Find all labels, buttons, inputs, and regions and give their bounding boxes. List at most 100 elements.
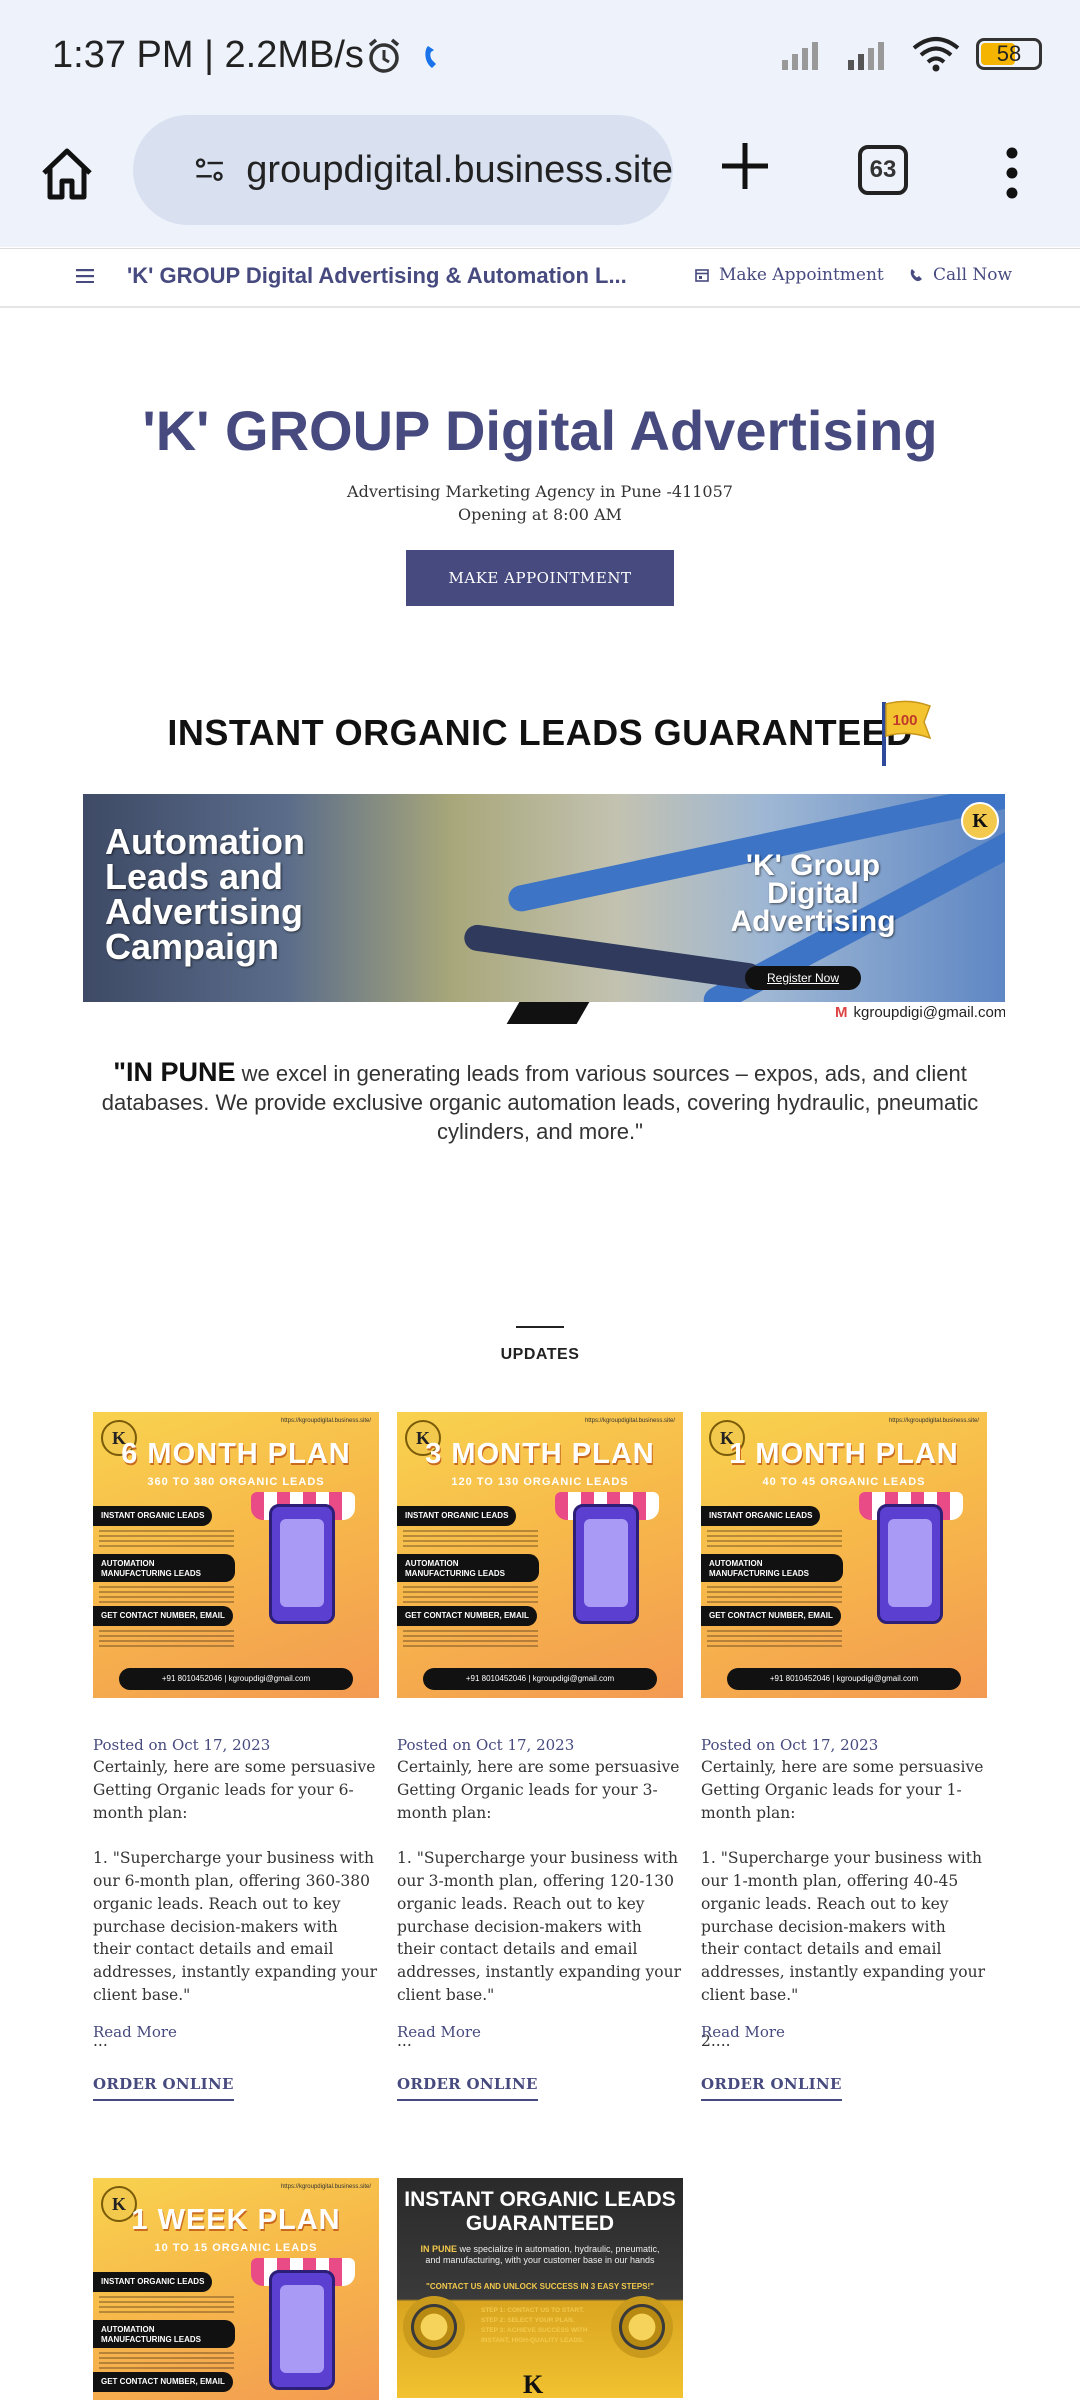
plan-poster-image[interactable]: K https://kgroupdigital.business.site/ 1… bbox=[93, 2178, 379, 2400]
poster-dark-logo: K bbox=[523, 2370, 544, 2398]
order-online-button[interactable]: ORDER ONLINE bbox=[701, 2075, 842, 2101]
poster-footer: +91 8010452046 | kgroupdigi@gmail.com bbox=[727, 1668, 961, 1690]
poster-plan-title: 6 MONTH PLAN bbox=[121, 1438, 351, 1470]
poster-pill-automation: AUTOMATION MANUFACTURING LEADS bbox=[93, 1554, 235, 1582]
poster-url: https://kgroupdigital.business.site/ bbox=[280, 2184, 371, 2190]
promo-banner-image[interactable]: Automation Leads and Advertising Campaig… bbox=[83, 794, 1005, 1024]
poster-plan-subtitle: 40 TO 45 ORGANIC LEADS bbox=[762, 1476, 926, 1488]
flag-text: 100 bbox=[892, 712, 917, 729]
update-card: K https://kgroupdigital.business.site/ 3… bbox=[397, 1412, 683, 2101]
poster-pill-automation: AUTOMATION MANUFACTURING LEADS bbox=[701, 1554, 843, 1582]
poster-plan-title: 1 WEEK PLAN bbox=[131, 2204, 341, 2236]
status-icons: 58 bbox=[780, 36, 1042, 72]
poster-dark-cta: "CONTACT US AND UNLOCK SUCCESS IN 3 EASY… bbox=[426, 2282, 654, 2291]
hamburger-menu-icon[interactable] bbox=[76, 269, 94, 283]
read-more-link[interactable]: Read More bbox=[397, 2023, 683, 2041]
order-online-button[interactable]: ORDER ONLINE bbox=[93, 2075, 234, 2101]
poster-footer: +91 8010452046 | kgroupdigi@gmail.com bbox=[423, 1668, 657, 1690]
calendar-icon bbox=[695, 269, 709, 282]
address-bar[interactable]: groupdigital.business.site bbox=[133, 115, 673, 225]
site-title-link[interactable]: 'K' GROUP Digital Advertising & Automati… bbox=[127, 263, 627, 289]
nav-make-appointment[interactable]: Make Appointment bbox=[695, 265, 884, 285]
update-card: INSTANT ORGANIC LEADS GUARANTEED IN PUNE… bbox=[397, 2178, 683, 2398]
poster-footer: +91 8010452046 | kgroupdigi@gmail.com bbox=[119, 1668, 353, 1690]
poster-lines bbox=[403, 1586, 538, 1604]
poster-dark-body-lead: IN PUNE bbox=[420, 2244, 457, 2254]
poster-dark-body-text: we specialize in automation, hydraulic, … bbox=[425, 2244, 660, 2265]
poster-pill-instant: INSTANT ORGANIC LEADS bbox=[397, 1506, 517, 1526]
tab-switcher-button[interactable]: 63 bbox=[858, 145, 908, 195]
banner-email: Mkgroupdigi@gmail.com bbox=[835, 1004, 1005, 1021]
poster-pill-automation: AUTOMATION MANUFACTURING LEADS bbox=[397, 1554, 539, 1582]
poster-step-3: STEP 3: ACHIEVE SUCCESS WITH INSTANT, HI… bbox=[481, 2327, 588, 2344]
poster-step-1: STEP 1: CONTACT US TO START. bbox=[481, 2307, 585, 2314]
hero-title: 'K' GROUP Digital Advertising bbox=[142, 399, 938, 462]
poster-pill-contact: GET CONTACT NUMBER, EMAIL bbox=[701, 1606, 841, 1626]
post-date: Posted on Oct 17, 2023 bbox=[397, 1736, 575, 1754]
new-tab-icon[interactable] bbox=[718, 139, 772, 193]
mail-icon: M bbox=[835, 1004, 848, 1021]
read-more-link[interactable]: Read More bbox=[701, 2023, 987, 2041]
poster-phone bbox=[269, 1504, 335, 1624]
post-body: Certainly, here are some persuasive Gett… bbox=[397, 1758, 682, 2050]
poster-plan-title: 3 MONTH PLAN bbox=[425, 1438, 655, 1470]
pune-lead: "IN PUNE bbox=[113, 1057, 236, 1087]
plan-poster-image[interactable]: K https://kgroupdigital.business.site/ 3… bbox=[397, 1412, 683, 1698]
more-menu-icon[interactable] bbox=[1000, 143, 1024, 203]
phone-icon bbox=[910, 269, 922, 282]
plan-poster-image[interactable]: K https://kgroupdigital.business.site/ 1… bbox=[701, 1412, 987, 1698]
poster-plan-subtitle: 360 TO 380 ORGANIC LEADS bbox=[147, 1476, 325, 1488]
post-date: Posted on Oct 17, 2023 bbox=[701, 1736, 879, 1754]
poster-lines bbox=[99, 1630, 234, 1648]
update-card: K https://kgroupdigital.business.site/ 1… bbox=[701, 1412, 987, 2101]
poster-url: https://kgroupdigital.business.site/ bbox=[584, 1418, 675, 1424]
poster-pill-instant: INSTANT ORGANIC LEADS bbox=[93, 2272, 213, 2292]
battery-indicator: 58 bbox=[976, 38, 1042, 70]
status-bar: 1:37 PM | 2.2MB/s 58 bbox=[0, 0, 1080, 115]
banner-dark-strip bbox=[506, 1002, 590, 1024]
plan-poster-image[interactable]: K https://kgroupdigital.business.site/ 6… bbox=[93, 1412, 379, 1698]
alarm-icon bbox=[368, 38, 400, 73]
poster-pill-automation: AUTOMATION MANUFACTURING LEADS bbox=[93, 2320, 235, 2348]
poster-step-2: STEP 2: SELECT YOUR PLAN. bbox=[481, 2317, 575, 2324]
promo-poster-image[interactable]: INSTANT ORGANIC LEADS GUARANTEED IN PUNE… bbox=[397, 2178, 683, 2398]
wifi-icon bbox=[912, 37, 960, 72]
poster-lines bbox=[403, 1530, 538, 1548]
update-card: K https://kgroupdigital.business.site/ 1… bbox=[93, 2178, 379, 2400]
home-icon[interactable] bbox=[36, 143, 98, 205]
poster-dark-body: IN PUNE we specialize in automation, hyd… bbox=[415, 2244, 665, 2266]
poster-pill-contact: GET CONTACT NUMBER, EMAIL bbox=[397, 1606, 537, 1626]
post-body: Certainly, here are some persuasive Gett… bbox=[93, 1758, 378, 2050]
updates-heading: UPDATES bbox=[500, 1346, 580, 1363]
banner-logo: K bbox=[961, 802, 999, 840]
site-settings-icon[interactable] bbox=[195, 152, 224, 188]
post-date: Posted on Oct 17, 2023 bbox=[93, 1736, 271, 1754]
post-body: Certainly, here are some persuasive Gett… bbox=[701, 1758, 986, 2050]
signal-1-icon bbox=[782, 42, 818, 70]
poster-dark-steps: STEP 1: CONTACT US TO START. STEP 2: SEL… bbox=[481, 2306, 599, 2346]
poster-phone bbox=[573, 1504, 639, 1624]
read-more-link[interactable]: Read More bbox=[93, 2023, 379, 2041]
poster-lines bbox=[99, 1530, 234, 1548]
poster-pill-instant: INSTANT ORGANIC LEADS bbox=[701, 1506, 821, 1526]
poster-plan-subtitle: 10 TO 15 ORGANIC LEADS bbox=[154, 2242, 318, 2254]
banner-email-text: kgroupdigi@gmail.com bbox=[853, 1004, 1006, 1021]
browser-toolbar: groupdigital.business.site 63 bbox=[0, 115, 1080, 247]
order-online-button[interactable]: ORDER ONLINE bbox=[397, 2075, 538, 2101]
poster-lines bbox=[99, 1586, 234, 1604]
pune-description: "IN PUNE we excel in generating leads fr… bbox=[96, 1058, 984, 1146]
poster-plan-title: 1 MONTH PLAN bbox=[729, 1438, 959, 1470]
poster-pill-instant: INSTANT ORGANIC LEADS bbox=[93, 1506, 213, 1526]
url-text: groupdigital.business.site bbox=[246, 148, 673, 191]
poster-pill-contact: GET CONTACT NUMBER, EMAIL bbox=[93, 2372, 233, 2392]
status-time: 1:37 PM | 2.2MB/s bbox=[52, 34, 364, 76]
make-appointment-button[interactable]: MAKE APPOINTMENT bbox=[406, 550, 674, 606]
nav-call-now[interactable]: Call Now bbox=[909, 265, 1012, 285]
gear-icon bbox=[403, 2296, 465, 2358]
poster-url: https://kgroupdigital.business.site/ bbox=[888, 1418, 979, 1424]
gear-icon bbox=[611, 2296, 673, 2358]
opening-hours: Opening at 8:00 AM bbox=[458, 505, 622, 524]
poster-lines bbox=[707, 1586, 842, 1604]
poster-lines bbox=[99, 2352, 234, 2370]
phone-call-icon bbox=[425, 46, 436, 68]
